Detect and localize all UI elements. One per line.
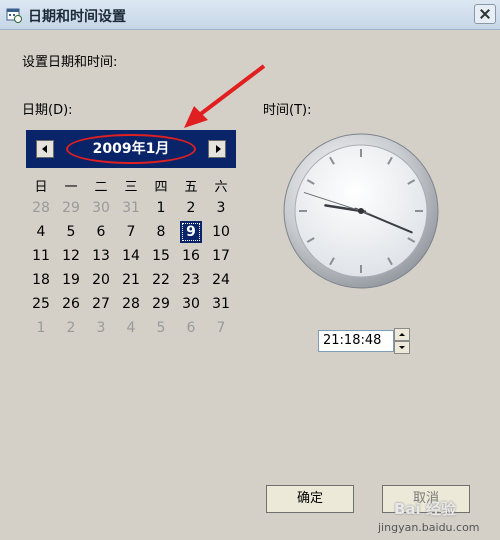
day-cell[interactable]: 2 — [176, 196, 206, 220]
calendar-grid: 日 一 二 三 四 五 六 28 29 30 31 1 2 3 4 5 6 7 … — [26, 174, 236, 340]
day-cell[interactable]: 21 — [116, 268, 146, 292]
day-cell[interactable]: 14 — [116, 244, 146, 268]
day-cell[interactable]: 1 — [146, 196, 176, 220]
time-field[interactable]: 21:18:48 — [318, 330, 394, 352]
day-cell[interactable]: 2 — [56, 316, 86, 340]
day-cell[interactable]: 6 — [176, 316, 206, 340]
calendar-clock-icon — [6, 8, 22, 23]
weekday-header: 一 — [64, 179, 78, 195]
day-cell[interactable]: 24 — [206, 268, 236, 292]
weekday-header: 五 — [184, 179, 198, 195]
day-cell[interactable]: 26 — [56, 292, 86, 316]
day-cell[interactable]: 5 — [56, 220, 86, 244]
day-cell[interactable]: 28 — [116, 292, 146, 316]
weekday-header: 二 — [94, 179, 108, 195]
weekday-header: 三 — [124, 179, 138, 195]
day-cell[interactable]: 15 — [146, 244, 176, 268]
watermark-url: jingyan.baidu.com — [378, 521, 480, 534]
day-cell[interactable]: 19 — [56, 268, 86, 292]
day-cell[interactable]: 4 — [116, 316, 146, 340]
time-value: 21:18:48 — [323, 333, 382, 348]
weekday-header: 四 — [154, 179, 168, 195]
day-cell[interactable]: 17 — [206, 244, 236, 268]
date-label: 日期(D): — [22, 103, 73, 118]
analog-clock — [283, 133, 439, 289]
day-cell[interactable]: 28 — [26, 196, 56, 220]
selected-day: 9 — [180, 221, 202, 243]
day-cell[interactable]: 31 — [206, 292, 236, 316]
day-cell[interactable]: 1 — [26, 316, 56, 340]
time-spinner[interactable] — [394, 328, 410, 354]
day-cell[interactable]: 8 — [146, 220, 176, 244]
weekday-header: 日 — [34, 179, 48, 195]
close-button[interactable] — [474, 4, 496, 24]
day-cell[interactable]: 18 — [26, 268, 56, 292]
instruction-label: 设置日期和时间: — [22, 55, 118, 70]
annotation-arrow — [184, 64, 266, 128]
day-cell[interactable]: 13 — [86, 244, 116, 268]
prev-month-button[interactable] — [36, 140, 54, 158]
day-cell[interactable]: 7 — [206, 316, 236, 340]
day-cell[interactable]: 20 — [86, 268, 116, 292]
day-cell[interactable]: 30 — [176, 292, 206, 316]
month-calendar[interactable]: 2009年1月 日 一 二 三 四 五 六 28 29 30 31 1 2 3 … — [26, 130, 236, 345]
annotation-oval — [66, 134, 196, 164]
title-bar: 日期和时间设置 — [0, 0, 500, 30]
ok-button[interactable]: 确定 — [266, 485, 354, 513]
watermark-logo: Bai 经验 — [394, 500, 456, 518]
day-cell[interactable]: 29 — [56, 196, 86, 220]
time-label: 时间(T): — [263, 103, 312, 118]
day-cell[interactable]: 30 — [86, 196, 116, 220]
day-cell[interactable]: 12 — [56, 244, 86, 268]
day-cell[interactable]: 3 — [206, 196, 236, 220]
weekday-header: 六 — [214, 179, 228, 195]
day-cell-selected[interactable]: 9 — [176, 220, 206, 244]
day-cell[interactable]: 10 — [206, 220, 236, 244]
day-cell[interactable]: 23 — [176, 268, 206, 292]
time-up-button[interactable] — [394, 328, 410, 341]
calendar-header: 2009年1月 — [26, 130, 236, 168]
day-cell[interactable]: 25 — [26, 292, 56, 316]
day-cell[interactable]: 3 — [86, 316, 116, 340]
day-cell[interactable]: 7 — [116, 220, 146, 244]
time-down-button[interactable] — [394, 341, 410, 354]
day-cell[interactable]: 11 — [26, 244, 56, 268]
day-cell[interactable]: 5 — [146, 316, 176, 340]
day-cell[interactable]: 6 — [86, 220, 116, 244]
day-cell[interactable]: 22 — [146, 268, 176, 292]
day-cell[interactable]: 31 — [116, 196, 146, 220]
day-cell[interactable]: 29 — [146, 292, 176, 316]
day-cell[interactable]: 27 — [86, 292, 116, 316]
window-title: 日期和时间设置 — [28, 9, 126, 25]
next-month-button[interactable] — [208, 140, 226, 158]
day-cell[interactable]: 16 — [176, 244, 206, 268]
day-cell[interactable]: 4 — [26, 220, 56, 244]
